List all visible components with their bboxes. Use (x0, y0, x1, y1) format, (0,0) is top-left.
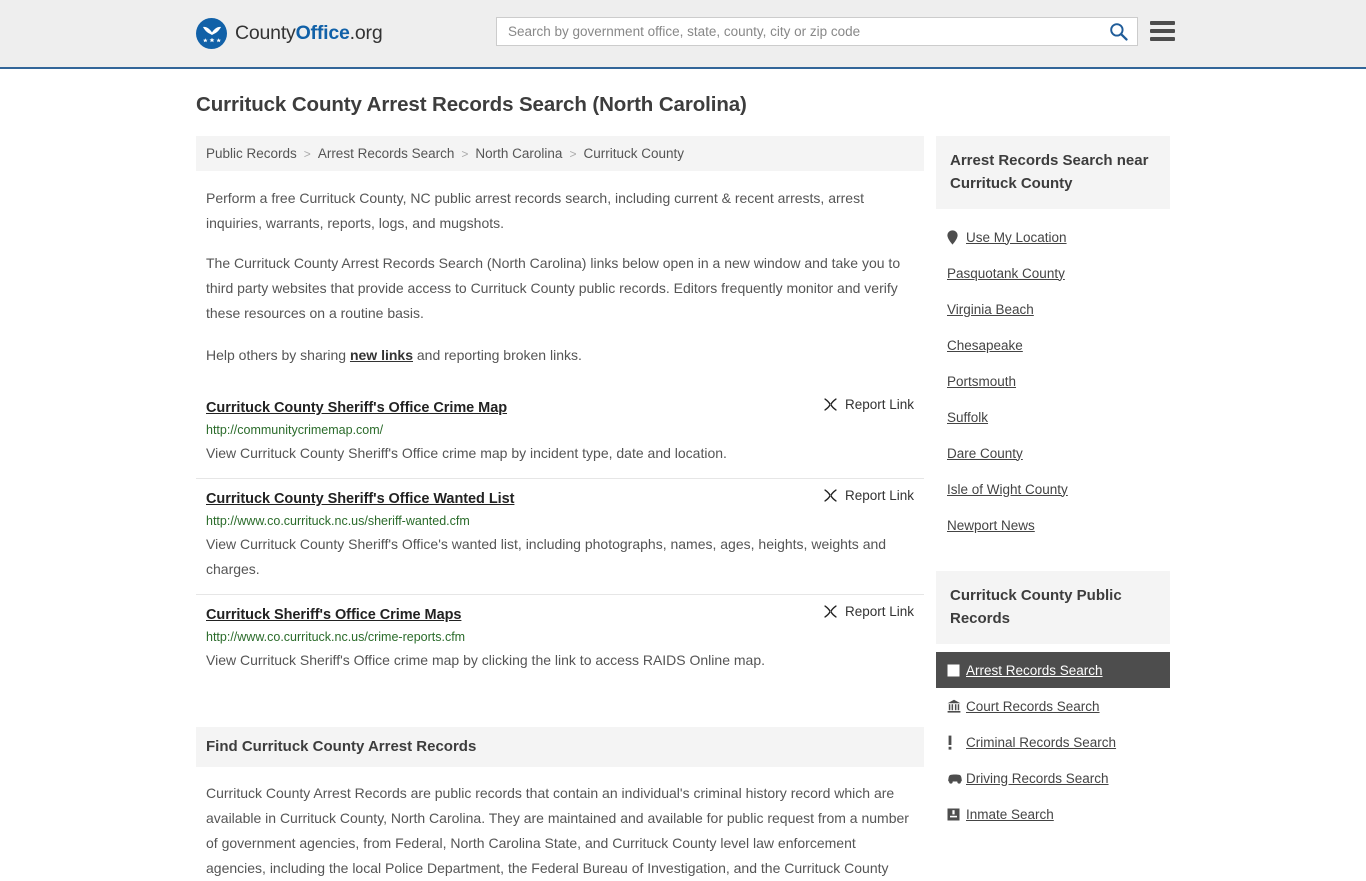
sidebar-item-arrest-records-search[interactable]: Arrest Records Search (936, 652, 1170, 688)
main-column: Public Records > Arrest Records Search >… (196, 136, 924, 881)
breadcrumb: Public Records > Arrest Records Search >… (196, 136, 924, 171)
inmate-icon (947, 808, 966, 821)
sidebar-item-chesapeake[interactable]: Chesapeake (936, 327, 1170, 363)
result-item: Currituck County Sheriff's Office Crime … (196, 388, 924, 479)
sidebar-item-label: Inmate Search (966, 806, 1054, 822)
result-item: Currituck Sheriff's Office Crime Maps Re… (196, 595, 924, 685)
sidebar-public-records-list: Arrest Records Search Court Records Sear… (936, 652, 1170, 832)
breadcrumb-separator: > (461, 146, 469, 161)
breadcrumb-item-currituck-county[interactable]: Currituck County (583, 146, 684, 161)
report-link-button[interactable]: Report Link (823, 488, 914, 503)
sidebar-item-inmate-search[interactable]: Inmate Search (936, 796, 1170, 832)
search-button[interactable] (1099, 18, 1137, 45)
share-prefix: Help others by sharing (206, 347, 350, 363)
logo-text-org: .org (349, 22, 383, 44)
sidebar-item-pasquotank-county[interactable]: Pasquotank County (936, 255, 1170, 291)
sidebar-item-newport-news[interactable]: Newport News (936, 507, 1170, 543)
sidebar-item-portsmouth[interactable]: Portsmouth (936, 363, 1170, 399)
courthouse-icon (947, 699, 966, 713)
result-header: Currituck County Sheriff's Office Crime … (206, 397, 914, 416)
page-container: Currituck County Arrest Records Search (… (0, 91, 1366, 881)
report-link-label: Report Link (844, 604, 914, 619)
site-logo[interactable]: CountyOffice.org (196, 18, 383, 49)
report-link-button[interactable]: Report Link (823, 604, 914, 619)
map-pin-icon (947, 229, 966, 245)
find-records-section: Find Currituck County Arrest Records Cur… (196, 727, 924, 881)
breadcrumb-separator: > (569, 146, 577, 161)
sidebar-item-label: Isle of Wight County (947, 481, 1068, 497)
result-title-link[interactable]: Currituck County Sheriff's Office Wanted… (206, 491, 514, 507)
breadcrumb-item-arrest-records-search[interactable]: Arrest Records Search (318, 146, 455, 161)
sidebar-item-label: Court Records Search (966, 698, 1100, 714)
eagle-seal-icon (196, 18, 227, 49)
section-heading: Find Currituck County Arrest Records (196, 727, 924, 767)
share-links-line: Help others by sharing new links and rep… (206, 343, 912, 368)
sidebar-item-label: Pasquotank County (947, 265, 1065, 281)
sidebar-item-use-my-location[interactable]: Use My Location (936, 219, 1170, 255)
logo-text-county: County (235, 22, 296, 44)
search-bar (496, 17, 1138, 46)
sidebar-item-criminal-records-search[interactable]: Criminal Records Search (936, 724, 1170, 760)
share-suffix: and reporting broken links. (413, 347, 582, 363)
sidebar-public-records-heading: Currituck County Public Records (936, 571, 1170, 644)
broken-link-icon (823, 604, 838, 619)
sidebar-item-dare-county[interactable]: Dare County (936, 435, 1170, 471)
sidebar-item-label: Use My Location (966, 229, 1067, 245)
sidebar-item-label: Portsmouth (947, 373, 1017, 389)
sidebar-item-virginia-beach[interactable]: Virginia Beach (936, 291, 1170, 327)
sidebar-item-label: Chesapeake (947, 337, 1023, 353)
search-input[interactable] (497, 18, 1099, 45)
result-header: Currituck Sheriff's Office Crime Maps Re… (206, 604, 914, 623)
breadcrumb-item-north-carolina[interactable]: North Carolina (475, 146, 562, 161)
sidebar-item-label: Driving Records Search (966, 770, 1109, 786)
broken-link-icon (823, 397, 838, 412)
exclamation-icon (947, 735, 966, 750)
result-url: http://www.co.currituck.nc.us/crime-repo… (206, 630, 466, 644)
page-title: Currituck County Arrest Records Search (… (196, 93, 747, 116)
breadcrumb-separator: > (303, 146, 311, 161)
hamburger-menu-icon[interactable] (1150, 21, 1175, 41)
result-url: http://www.co.currituck.nc.us/sheriff-wa… (206, 514, 470, 528)
logo-text-office: Office (295, 22, 350, 44)
sidebar-item-label: Suffolk (947, 409, 989, 425)
sidebar-item-driving-records-search[interactable]: Driving Records Search (936, 760, 1170, 796)
result-description: View Currituck County Sheriff's Office's… (206, 536, 887, 577)
result-header: Currituck County Sheriff's Office Wanted… (206, 488, 914, 507)
report-link-button[interactable]: Report Link (823, 397, 914, 412)
intro-paragraph-2: The Currituck County Arrest Records Sear… (206, 255, 901, 321)
sidebar-item-label: Dare County (947, 445, 1023, 461)
result-list: Currituck County Sheriff's Office Crime … (196, 388, 924, 685)
result-description: View Currituck County Sheriff's Office c… (206, 445, 727, 461)
result-item: Currituck County Sheriff's Office Wanted… (196, 479, 924, 595)
result-url: http://communitycrimemap.com/ (206, 423, 384, 437)
search-icon (1109, 22, 1128, 41)
result-title-link[interactable]: Currituck County Sheriff's Office Crime … (206, 400, 507, 416)
content-layout: Public Records > Arrest Records Search >… (196, 136, 1170, 881)
sidebar-item-isle-of-wight-county[interactable]: Isle of Wight County (936, 471, 1170, 507)
sidebar-item-label: Arrest Records Search (966, 662, 1103, 678)
report-link-label: Report Link (844, 488, 914, 503)
sidebar: Arrest Records Search near Currituck Cou… (936, 136, 1170, 832)
sidebar-item-court-records-search[interactable]: Court Records Search (936, 688, 1170, 724)
sidebar-nearby-list: Use My Location Pasquotank County Virgin… (936, 219, 1170, 543)
report-link-label: Report Link (844, 397, 914, 412)
broken-link-icon (823, 488, 838, 503)
site-header: CountyOffice.org (0, 0, 1366, 69)
car-icon (947, 773, 966, 784)
white-square-icon (947, 664, 966, 677)
sidebar-item-suffolk[interactable]: Suffolk (936, 399, 1170, 435)
sidebar-item-label: Virginia Beach (947, 301, 1034, 317)
result-title-link[interactable]: Currituck Sheriff's Office Crime Maps (206, 607, 461, 623)
section-body-text: Currituck County Arrest Records are publ… (206, 785, 909, 876)
intro-paragraph-1: Perform a free Currituck County, NC publ… (206, 190, 864, 231)
sidebar-item-label: Newport News (947, 517, 1035, 533)
sidebar-item-label: Criminal Records Search (966, 734, 1117, 750)
result-description: View Currituck Sheriff's Office crime ma… (206, 652, 765, 668)
breadcrumb-item-public-records[interactable]: Public Records (206, 146, 297, 161)
new-links-link[interactable]: new links (350, 347, 413, 363)
sidebar-nearby-heading: Arrest Records Search near Currituck Cou… (936, 136, 1170, 209)
logo-wordmark: CountyOffice.org (235, 22, 383, 45)
